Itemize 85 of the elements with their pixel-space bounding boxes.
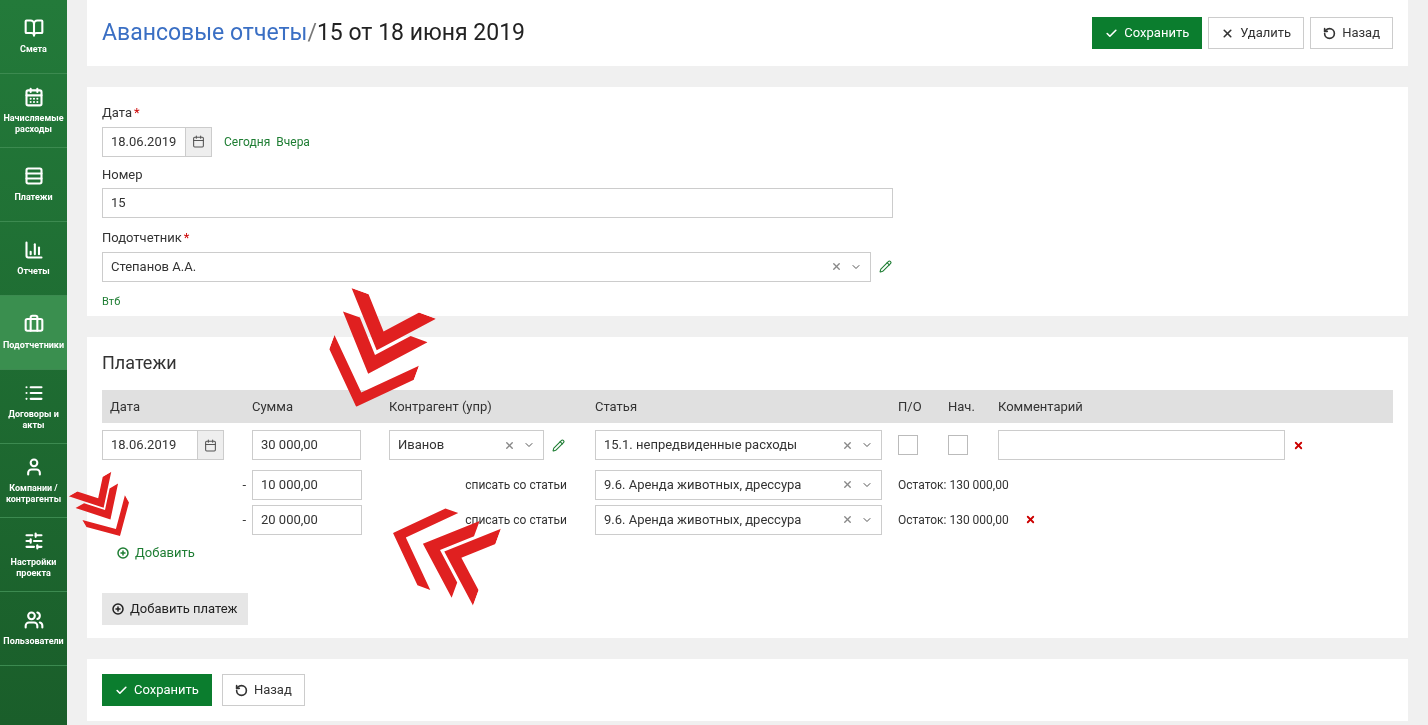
- plus-circle-icon: [117, 546, 129, 559]
- comment-field[interactable]: [998, 430, 1285, 460]
- nach-checkbox[interactable]: [948, 435, 968, 455]
- page-title: 15 от 18 июня 2019: [316, 17, 526, 48]
- undo-icon: [234, 683, 248, 697]
- sidebar-item[interactable]: Платежи: [0, 148, 67, 222]
- clear-icon[interactable]: [842, 439, 853, 451]
- writeoff-label: списать со статьи: [465, 476, 567, 494]
- writeoff-label: списать со статьи: [465, 511, 567, 529]
- column-header: Нач.: [948, 397, 976, 416]
- plus-circle-icon: [112, 602, 124, 615]
- sidebar-item[interactable]: Пользователи: [0, 592, 67, 666]
- calendar-icon: [23, 86, 44, 107]
- sidebar-item[interactable]: Договоры и акты: [0, 370, 67, 444]
- article-select[interactable]: 9.6. Аренда животных, дрессура: [595, 504, 882, 535]
- date-field[interactable]: 18.06.2019: [102, 126, 212, 157]
- dash-text: -: [242, 510, 246, 529]
- sliders-icon: [23, 530, 44, 551]
- amount-field[interactable]: 20 000,00: [252, 504, 362, 535]
- undo-icon: [1323, 26, 1337, 40]
- select-value: 9.6. Аренда животных, дрессура: [604, 510, 803, 529]
- po-checkbox[interactable]: [898, 435, 918, 455]
- column-header: Сумма: [252, 397, 294, 416]
- briefcase-icon: [23, 314, 44, 334]
- sidebar-item[interactable]: Настройки проекта: [0, 518, 67, 592]
- select-value: Иванов: [398, 436, 446, 455]
- dash-text: -: [242, 475, 246, 494]
- clear-icon[interactable]: [842, 514, 853, 525]
- required-mark: *: [183, 229, 190, 247]
- sidebar-item[interactable]: Смета: [0, 0, 67, 74]
- back-button[interactable]: Назад: [221, 674, 305, 706]
- date-field[interactable]: 18.06.2019: [102, 430, 224, 460]
- delete-button[interactable]: Удалить: [1208, 17, 1305, 49]
- delete-icon[interactable]: [1024, 514, 1036, 525]
- required-mark: *: [133, 104, 140, 122]
- sidebar-item[interactable]: Компании / контрагенты: [0, 444, 67, 518]
- pencil-icon[interactable]: [879, 260, 892, 273]
- amount-field[interactable]: 30 000,00: [252, 430, 361, 460]
- breadcrumb-separator: /: [307, 17, 317, 48]
- section-title: Платежи: [102, 351, 178, 375]
- column-header: Статья: [595, 397, 639, 416]
- accountable-select[interactable]: Степанов А.А.: [102, 251, 871, 282]
- sidebar-item[interactable]: Подотчетники: [0, 296, 67, 370]
- date-value: 18.06.2019: [110, 436, 178, 455]
- date-value: 18.06.2019: [110, 132, 178, 151]
- number-field[interactable]: 15: [102, 188, 893, 218]
- clear-icon[interactable]: [842, 479, 853, 490]
- column-header: Комментарий: [998, 397, 1084, 416]
- column-header: П/О: [898, 397, 923, 416]
- field-label: Номер: [102, 165, 143, 184]
- users-icon: [23, 610, 44, 630]
- check-icon: [115, 683, 128, 697]
- select-value: Степанов А.А.: [111, 257, 198, 276]
- note-text: Втб: [102, 293, 122, 310]
- book-icon: [23, 18, 44, 38]
- save-button[interactable]: Сохранить: [102, 674, 212, 706]
- list-icon: [23, 166, 44, 186]
- field-label: Дата: [102, 104, 132, 122]
- calendar-icon[interactable]: [192, 135, 205, 148]
- article-select[interactable]: 15.1. непредвиденные расходы: [595, 430, 882, 460]
- quick-date-link[interactable]: Вчера: [276, 132, 310, 151]
- save-button[interactable]: Сохранить: [1092, 17, 1203, 49]
- back-button[interactable]: Назад: [1310, 17, 1393, 49]
- field-label: Подотчетник: [102, 229, 182, 247]
- sidebar-item[interactable]: Начисляемые расходы: [0, 74, 67, 148]
- bar-chart-icon: [23, 240, 44, 260]
- clear-icon[interactable]: [831, 261, 842, 272]
- remainder-text: Остаток: 130 000,00: [898, 511, 1009, 529]
- delete-icon[interactable]: [1293, 439, 1304, 451]
- add-payment-button[interactable]: Добавить платеж: [102, 592, 248, 625]
- amount-field[interactable]: 10 000,00: [252, 469, 362, 500]
- remainder-text: Остаток: 130 000,00: [898, 476, 1009, 494]
- calendar-icon[interactable]: [204, 438, 217, 452]
- add-link[interactable]: Добавить: [117, 543, 195, 563]
- column-header: Контрагент (упр): [389, 397, 493, 416]
- breadcrumb-link[interactable]: Авансовые отчеты: [102, 15, 308, 51]
- check-icon: [1105, 26, 1119, 40]
- quick-date-link[interactable]: Сегодня: [224, 132, 271, 151]
- counterparty-select[interactable]: Иванов: [389, 430, 544, 460]
- pencil-icon[interactable]: [552, 438, 565, 452]
- clear-icon[interactable]: [504, 439, 515, 451]
- select-value: 15.1. непредвиденные расходы: [604, 436, 799, 455]
- select-value: 9.6. Аренда животных, дрессура: [604, 475, 803, 494]
- column-header: Дата: [109, 397, 141, 416]
- article-select[interactable]: 9.6. Аренда животных, дрессура: [595, 469, 882, 500]
